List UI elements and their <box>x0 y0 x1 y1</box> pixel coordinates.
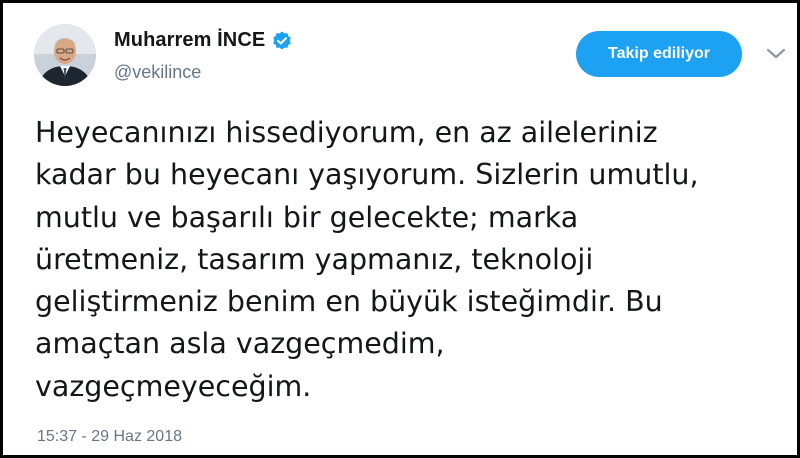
tweet-timestamp[interactable]: 15:37 - 29 Haz 2018 <box>37 428 182 446</box>
tweet-card: Muharrem İNCE @vekilince Takip ediliyor … <box>0 0 800 458</box>
user-handle[interactable]: @vekilince <box>114 62 201 83</box>
tweet-text-line: kadar bu heyecanı yaşıyorum. Sizlerin um… <box>35 158 699 192</box>
profile-avatar[interactable] <box>34 24 96 86</box>
tweet-text-line: amaçtan asla vazgeçmedim, <box>35 327 445 361</box>
tweet-text-line: üretmeniz, tasarım yapmanız, teknoloji <box>35 242 594 276</box>
verified-badge-icon <box>271 30 293 52</box>
avatar-photo-icon <box>34 24 96 86</box>
tweet-text-line: geliştirmeniz benim en büyük isteğimdir.… <box>35 285 663 319</box>
name-row: Muharrem İNCE <box>114 29 293 52</box>
tweet-text: Heyecanınızı hissediyorum, en az aileler… <box>35 112 785 408</box>
following-button[interactable]: Takip ediliyor <box>576 31 742 77</box>
tweet-text-line: mutlu ve başarılı bir gelecekte; marka <box>35 200 579 234</box>
tweet-text-line: Heyecanınızı hissediyorum, en az aileler… <box>35 116 658 149</box>
tweet-text-line: vazgeçmeyeceğim. <box>35 369 312 403</box>
display-name[interactable]: Muharrem İNCE <box>114 29 265 52</box>
chevron-down-icon[interactable] <box>765 46 787 62</box>
